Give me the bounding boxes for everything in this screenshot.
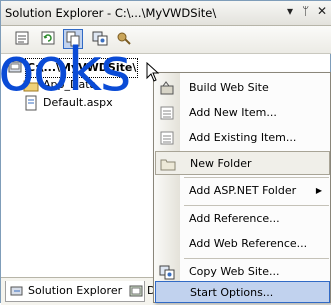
folder-icon [23, 80, 39, 92]
add-new-item-icon [160, 106, 174, 120]
menu-item-new-folder[interactable]: New Folder [155, 151, 330, 175]
submenu-arrow-icon: ▶ [315, 186, 322, 195]
mouse-cursor-icon [146, 62, 160, 82]
title-bar[interactable]: Solution Explorer - C:\...\MyVWDSite\ ▾ … [1, 1, 331, 26]
toolbar [1, 26, 331, 54]
nest-files-icon[interactable] [63, 29, 83, 49]
properties-icon[interactable] [13, 29, 33, 49]
menu-item-label: Build Web Site [189, 81, 269, 94]
menu-item-label: Add Web Reference... [189, 237, 308, 250]
menu-item-add-reference[interactable]: Add Reference... [155, 207, 330, 231]
website-icon [8, 61, 22, 73]
menu-item-add-aspnet-folder[interactable]: Add ASP.NET Folder ▶ [155, 179, 330, 203]
menu-item-label: Add Reference... [189, 212, 280, 225]
menu-item-start-options[interactable]: Start Options... [155, 281, 330, 303]
dropdown-arrow-icon[interactable]: ▾ [287, 4, 293, 18]
database-explorer-icon [129, 285, 143, 297]
aspx-file-icon [25, 95, 37, 111]
build-icon [160, 81, 174, 95]
tab-solution-explorer[interactable]: Solution Explorer [5, 281, 145, 302]
menu-separator [184, 177, 329, 178]
menu-item-label: Add Existing Item... [189, 131, 297, 144]
context-menu: Build Web Site Add New Item... Add Exist… [153, 72, 331, 303]
close-icon[interactable]: ✕ [317, 4, 327, 18]
menu-item-build-web-site[interactable]: Build Web Site [155, 76, 330, 100]
tree-root-label: C:\...\MyVWDSite\ [25, 58, 139, 78]
folder-icon [160, 159, 176, 171]
add-existing-item-icon [160, 131, 174, 145]
tab-label: Solution Explorer [28, 284, 123, 297]
pin-icon[interactable]: ᛘ [302, 4, 309, 18]
window-title: Solution Explorer - C:\...\MyVWDSite\ [5, 6, 217, 20]
menu-separator [184, 205, 329, 206]
tree-item-label: App_Data [43, 78, 97, 91]
copy-website-icon [159, 265, 175, 280]
menu-item-label: Start Options... [190, 286, 274, 299]
menu-item-label: Add New Item... [189, 106, 277, 119]
refresh-icon[interactable] [39, 29, 59, 49]
tree-item-label: Default.aspx [43, 96, 113, 109]
menu-item-label: Add ASP.NET Folder [189, 184, 297, 197]
solution-explorer-icon [10, 286, 23, 296]
menu-item-add-existing-item[interactable]: Add Existing Item... [155, 126, 330, 150]
asp-config-icon[interactable] [115, 29, 135, 49]
menu-item-add-web-reference[interactable]: Add Web Reference... [155, 232, 330, 256]
menu-separator [184, 258, 329, 259]
menu-item-label: New Folder [190, 157, 252, 170]
copy-website-icon[interactable] [91, 29, 111, 49]
menu-item-add-new-item[interactable]: Add New Item... [155, 101, 330, 125]
